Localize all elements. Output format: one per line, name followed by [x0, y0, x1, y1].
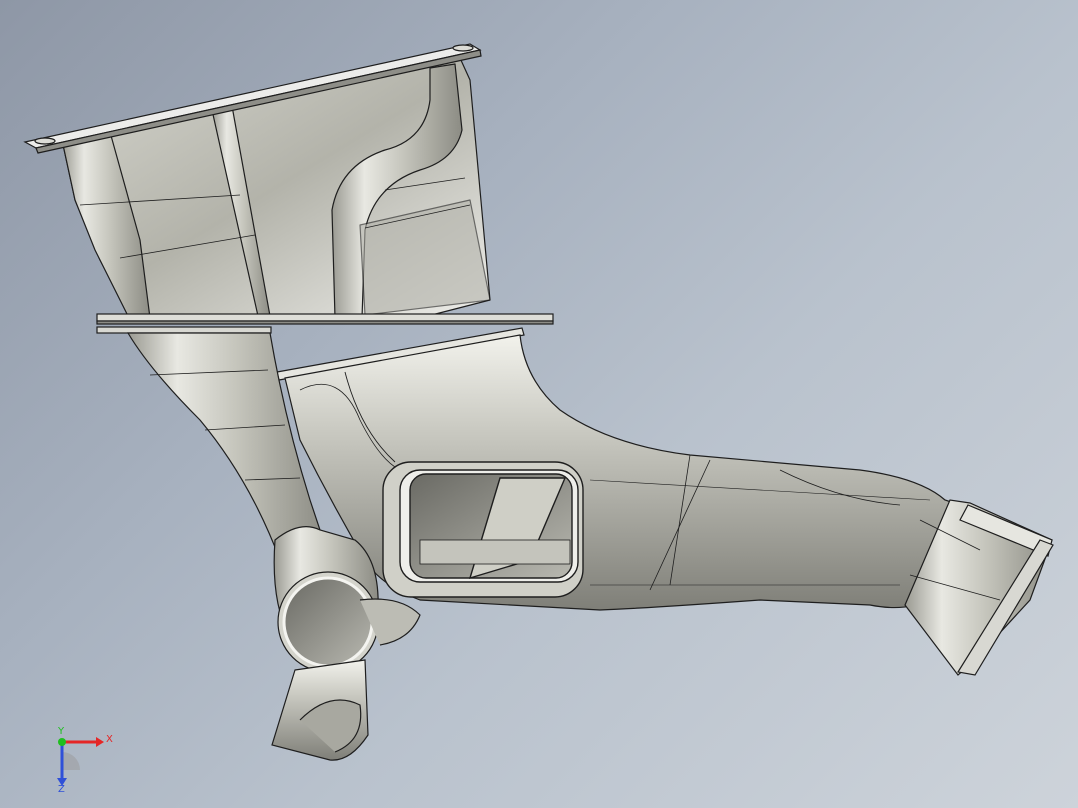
cad-model[interactable]	[0, 0, 1078, 808]
z-axis-label: Z	[58, 784, 65, 795]
triad-graphic	[57, 737, 104, 786]
left-runner	[126, 332, 326, 561]
y-axis-label: Y	[58, 726, 65, 737]
x-axis-label: X	[106, 734, 113, 745]
lower-nozzle	[271, 659, 369, 761]
orientation-triad: X Y Z	[40, 720, 130, 800]
window-opening	[382, 461, 584, 598]
3d-viewport[interactable]: X Y Z	[0, 0, 1078, 808]
